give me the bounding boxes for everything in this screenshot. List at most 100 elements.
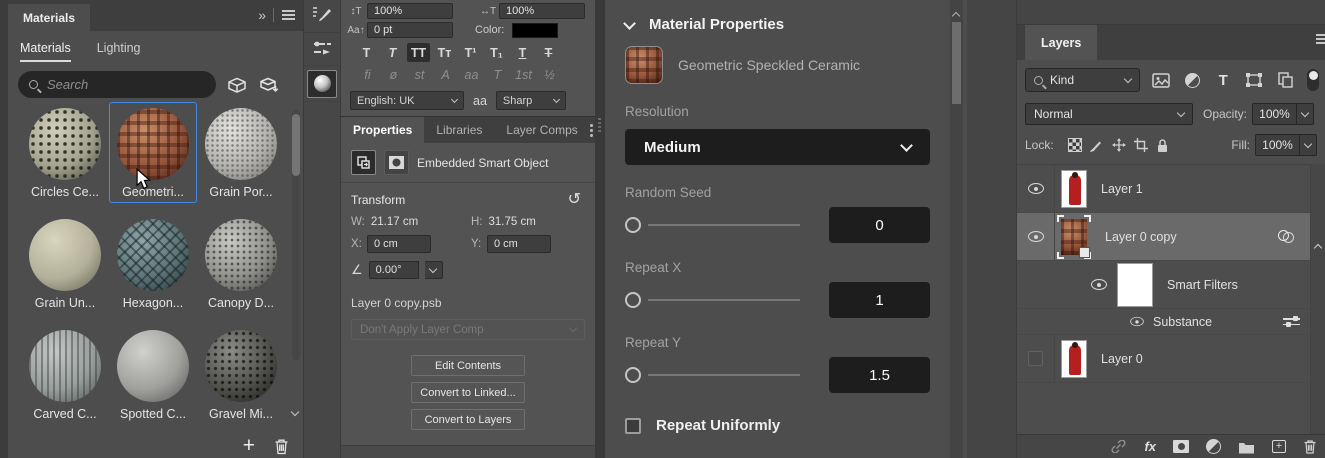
panel-menu-icon[interactable] xyxy=(590,129,593,132)
eye-icon[interactable] xyxy=(1028,231,1044,242)
collapse-smart-filters-icon[interactable] xyxy=(1314,244,1322,252)
panel-divider[interactable] xyxy=(595,0,605,458)
tab-libraries[interactable]: Libraries xyxy=(424,117,494,143)
lock-position-icon[interactable] xyxy=(1108,136,1130,154)
lock-all-icon[interactable] xyxy=(1152,136,1174,154)
faux-bold-button[interactable]: T xyxy=(355,43,378,62)
section-collapse-icon[interactable] xyxy=(623,17,636,30)
filter-smart-objects-icon[interactable] xyxy=(1276,70,1295,90)
repeat-x-slider-knob[interactable] xyxy=(625,292,641,308)
material-sphere-button[interactable] xyxy=(307,70,337,98)
fill-value[interactable]: 100% xyxy=(1255,134,1300,156)
visibility-cell[interactable] xyxy=(1017,213,1055,260)
baseline-shift-input[interactable] xyxy=(367,22,453,38)
smart-filter-indicator-icon[interactable] xyxy=(1278,230,1296,243)
stylistic-alternates-button[interactable]: A xyxy=(435,68,456,82)
eye-icon[interactable] xyxy=(1091,279,1107,290)
titling-alternates-button[interactable]: aa xyxy=(461,68,482,82)
material-thumbnail[interactable] xyxy=(117,219,189,291)
convert-to-linked-button[interactable]: Convert to Linked... xyxy=(411,382,525,403)
collapse-panel-icon[interactable]: » xyxy=(258,7,265,23)
material-tile[interactable]: Grain Un... xyxy=(21,213,109,314)
material-thumbnail[interactable] xyxy=(205,219,277,291)
layer-filter-dropdown[interactable]: Kind xyxy=(1025,68,1140,92)
search-box[interactable] xyxy=(18,71,216,98)
brush-settings-icon[interactable] xyxy=(304,0,340,33)
material-tile[interactable]: Gravel Mi... xyxy=(197,324,285,425)
repeat-y-slider-track[interactable] xyxy=(648,374,800,376)
random-seed-slider-track[interactable] xyxy=(648,224,800,226)
material-thumbnail[interactable] xyxy=(205,330,277,402)
resolution-dropdown[interactable]: Medium xyxy=(625,129,930,165)
text-color-swatch[interactable] xyxy=(512,23,558,38)
visibility-cell[interactable] xyxy=(1017,335,1055,382)
mask-properties-icon[interactable] xyxy=(384,150,409,175)
angle-dropdown-button[interactable] xyxy=(425,261,443,279)
filter-adjustment-layers-icon[interactable] xyxy=(1183,70,1202,90)
panel-menu-icon[interactable] xyxy=(282,14,295,16)
vertical-scale-input[interactable] xyxy=(367,3,453,19)
tab-materials[interactable]: Materials xyxy=(20,41,71,62)
material-tile[interactable]: Circles Ce... xyxy=(21,102,109,203)
layer-name[interactable]: Layer 0 xyxy=(1101,352,1143,366)
material-thumbnail[interactable] xyxy=(205,108,277,180)
layer-row[interactable]: Layer 1 xyxy=(1017,165,1310,213)
material-thumbnail[interactable] xyxy=(29,108,101,180)
material-tile[interactable]: Grain Por... xyxy=(197,102,285,203)
faux-italic-button[interactable]: T xyxy=(381,43,404,62)
x-input[interactable] xyxy=(367,235,431,253)
new-layer-icon[interactable]: + xyxy=(1272,440,1286,453)
visibility-cell[interactable] xyxy=(1017,261,1113,308)
subscript-button[interactable]: T₁ xyxy=(485,43,508,62)
lock-pixels-icon[interactable] xyxy=(1086,136,1108,154)
delete-layer-icon[interactable] xyxy=(1303,439,1317,454)
search-input[interactable] xyxy=(47,77,177,92)
layer-row-selected[interactable]: Layer 0 copy xyxy=(1017,213,1310,261)
discretionary-ligatures-button[interactable]: st xyxy=(409,68,430,82)
eye-icon[interactable] xyxy=(1028,183,1044,194)
material-thumbnail[interactable] xyxy=(117,108,189,180)
edit-contents-button[interactable]: Edit Contents xyxy=(411,355,525,376)
material-tile[interactable]: Canopy D... xyxy=(197,213,285,314)
smart-filters-label[interactable]: Smart Filters xyxy=(1167,278,1238,292)
contextual-alternates-button[interactable]: ø xyxy=(383,68,404,82)
delete-material-icon[interactable] xyxy=(274,438,289,455)
tab-lighting[interactable]: Lighting xyxy=(97,41,141,62)
new-group-icon[interactable] xyxy=(1238,440,1255,454)
material-tile[interactable]: Carved C... xyxy=(21,324,109,425)
scrollbar-thumb[interactable] xyxy=(952,22,961,104)
add-material-icon[interactable]: + xyxy=(243,437,255,455)
layers-tab[interactable]: Layers xyxy=(1025,25,1097,60)
reset-transform-icon[interactable]: ↺ xyxy=(568,194,581,206)
convert-to-layers-button[interactable]: Convert to Layers xyxy=(411,409,525,430)
swash-button[interactable]: T xyxy=(487,68,508,82)
material-thumbnail[interactable] xyxy=(29,219,101,291)
add-layer-mask-icon[interactable] xyxy=(1173,440,1189,453)
repeat-y-value[interactable]: 1.5 xyxy=(829,357,930,393)
layers-scrollbar-track[interactable] xyxy=(1310,164,1325,434)
filter-type-layers-icon[interactable]: T xyxy=(1214,70,1233,90)
random-seed-slider-knob[interactable] xyxy=(625,217,641,233)
repeat-x-slider-track[interactable] xyxy=(648,299,800,301)
strikethrough-button[interactable]: T xyxy=(537,43,560,62)
material-thumbnail[interactable] xyxy=(117,330,189,402)
ligatures-button[interactable]: fi xyxy=(357,68,378,82)
scroll-up-icon[interactable] xyxy=(952,12,960,20)
all-caps-button[interactable]: TT xyxy=(407,43,430,62)
smart-object-thumbnail[interactable] xyxy=(1057,215,1091,259)
filter-pixel-layers-icon[interactable] xyxy=(1152,70,1171,90)
layer-name[interactable]: Layer 1 xyxy=(1101,182,1143,196)
material-properties-scrollbar[interactable] xyxy=(950,0,963,458)
antialias-dropdown[interactable]: Sharp xyxy=(496,91,566,110)
horizontal-scale-input[interactable] xyxy=(499,3,585,19)
smart-filters-row[interactable]: Smart Filters xyxy=(1017,261,1310,309)
filter-shape-layers-icon[interactable] xyxy=(1245,70,1264,90)
random-seed-value[interactable]: 0 xyxy=(829,207,930,243)
repeat-uniformly-checkbox[interactable] xyxy=(625,418,641,434)
angle-input[interactable] xyxy=(369,261,419,279)
superscript-button[interactable]: T¹ xyxy=(459,43,482,62)
material-tile-selected[interactable]: Geometri... xyxy=(109,102,197,203)
language-dropdown[interactable]: English: UK xyxy=(350,91,464,110)
tab-layer-comps[interactable]: Layer Comps xyxy=(494,117,589,143)
substance-filter-row[interactable]: Substance xyxy=(1017,309,1310,335)
